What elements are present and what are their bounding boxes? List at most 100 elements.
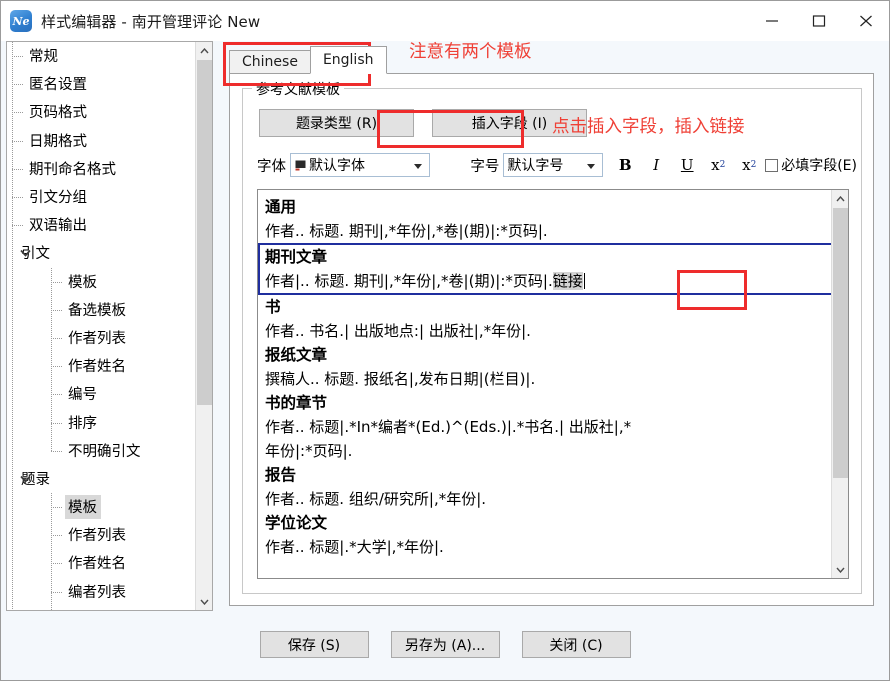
sidebar-item-label: 作者姓名 [68,359,126,376]
sidebar-item-9[interactable]: 备选模板 [7,296,197,324]
sidebar-item-label: 日期格式 [29,133,87,150]
chevron-down-icon[interactable] [414,157,423,173]
sidebar-item-label: 作者姓名 [68,556,126,573]
scroll-down-icon[interactable] [196,593,212,610]
app-icon: Ne [10,10,32,32]
subscript-button[interactable]: x2 [708,154,728,176]
sidebar-item-14[interactable]: 不明确引文 [7,437,197,465]
tab-english[interactable]: English [309,46,387,74]
template-entry-3[interactable]: 报纸文章 撰稿人.. 标题. 报纸名|,发布日期|(栏目)|. [258,343,833,391]
chevron-down-icon[interactable] [19,473,31,485]
checkbox-box-icon[interactable] [765,158,779,172]
language-tabs[interactable]: Chinese English [229,46,387,74]
window-title: 样式编辑器 - 南开管理评论 New [41,12,261,31]
required-field-checkbox[interactable]: 必填字段(E) [765,155,857,175]
sidebar-item-1[interactable]: 匿名设置 [7,70,197,98]
minimize-icon[interactable] [748,1,795,41]
sidebar-item-0[interactable]: 常规 [7,42,197,70]
sidebar-item-15[interactable]: 题录 [7,465,197,493]
bold-button[interactable]: B [615,154,635,176]
template-entry-5[interactable]: 报告 作者.. 标题. 组织/研究所|,*年份|. [258,463,833,511]
annotation-text-insert-field: 点击插入字段，插入链接 [552,117,745,137]
template-entry-6[interactable]: 学位论文作者.. 标题|.*大学|,*年份|. [258,511,833,559]
sidebar-item-12[interactable]: 编号 [7,380,197,408]
settings-tree[interactable]: 常规 匿名设置 页码格式 日期格式 期刊命名格式 引文分组 双语输出 引文 模板 备选模板 作者列表… [7,42,197,610]
sidebar-item-3[interactable]: 日期格式 [7,127,197,155]
sidebar-scrollbar[interactable] [195,42,212,610]
sidebar-item-7[interactable]: 引文 [7,239,197,267]
sidebar-item-label: 页码格式 [29,105,87,122]
sidebar-item-2[interactable]: 页码格式 [7,98,197,126]
template-entry-2[interactable]: 书作者.. 书名.| 出版地点:| 出版社|,*年份|. [258,295,833,343]
sidebar-item-13[interactable]: 排序 [7,408,197,436]
sidebar-item-10[interactable]: 作者列表 [7,324,197,352]
template-entry-4[interactable]: 书的章节 作者.. 标题|.*In*编者*(Ed.)^(Eds.)|.*书名.| … [258,391,833,463]
template-entry-type: 学位论文 [265,514,328,532]
template-entry-1[interactable]: 期刊文章作者|.. 标题. 期刊|,*年份|,*卷|(期)|:*页码|.链接 [258,243,833,295]
sidebar-item-16[interactable]: 模板 [7,493,197,521]
maximize-icon[interactable] [795,1,842,41]
tab-label: English [322,52,374,68]
text-format-buttons: B I U x2 x2 [615,154,759,176]
insert-field-label: 插入字段 (I) [471,116,548,132]
reference-type-button[interactable]: 题录类型 (R) [259,109,414,137]
editor-scrollbar[interactable] [831,190,848,578]
sidebar-item-4[interactable]: 期刊命名格式 [7,155,197,183]
template-editor[interactable]: 通用 作者.. 标题. 期刊|,*年份|,*卷|(期)|:*页码|. 期刊文章 作者|… [257,189,849,579]
font-glyph-icon [294,158,307,172]
template-entry-type: 报纸文章 [265,346,328,364]
font-select[interactable]: 默认字体 [290,153,431,177]
close-icon[interactable] [842,1,889,41]
sidebar-item-label: 编号 [68,387,97,404]
scroll-down-icon[interactable] [832,561,848,578]
sidebar-item-19[interactable]: 编者列表 [7,578,197,606]
editor-scroll-thumb[interactable] [833,208,848,478]
sidebar-item-5[interactable]: 引文分组 [7,183,197,211]
save-as-label: 另存为 (A)... [404,637,486,654]
settings-tree-panel[interactable]: 常规 匿名设置 页码格式 日期格式 期刊命名格式 引文分组 双语输出 引文 模板 备选模板 作者列表… [6,41,213,611]
fontsize-value: 默认字号 [507,158,564,174]
sidebar-item-label: 排序 [68,415,97,432]
template-entry-type: 报告 [265,466,297,484]
scroll-up-icon[interactable] [832,190,848,207]
sidebar-item-label: 常规 [29,49,58,66]
template-toolbar-row1: 题录类型 (R) 插入字段 (I) [259,109,587,137]
sidebar-item-11[interactable]: 作者姓名 [7,352,197,380]
tree-guide-line [51,267,52,451]
dialog-buttons: 保存 (S) 另存为 (A)... 关闭 (C) [1,609,889,680]
superscript-button[interactable]: x2 [739,154,759,176]
inserted-link-field[interactable]: 链接 [552,272,583,290]
sidebar-item-17[interactable]: 作者列表 [7,521,197,549]
fontsize-select[interactable]: 默认字号 [503,153,604,177]
template-entry-type: 期刊文章 [265,248,328,266]
sidebar-scroll-thumb[interactable] [197,60,212,405]
close-button[interactable]: 关闭 (C) [521,631,631,658]
save-button[interactable]: 保存 (S) [259,631,369,658]
italic-button[interactable]: I [646,154,666,176]
chevron-down-icon[interactable] [587,157,596,173]
save-as-button[interactable]: 另存为 (A)... [390,631,500,658]
sidebar-item-label: 期刊命名格式 [29,161,116,178]
tab-label: Chinese [242,54,298,70]
reference-type-label: 题录类型 (R) [295,116,378,132]
template-entry-fields: 作者|.. 标题. 期刊|,*年份|,*卷|(期)|:*页码|.链接 [265,272,585,290]
style-editor-window: Ne 样式编辑器 - 南开管理评论 New 常规匿名设置页码格式日期格式期刊命名… [0,0,890,681]
template-entry-0[interactable]: 通用 作者.. 标题. 期刊|,*年份|,*卷|(期)|:*页码|. [258,195,833,243]
template-entries[interactable]: 通用 作者.. 标题. 期刊|,*年份|,*卷|(期)|:*页码|. 期刊文章 作者|… [258,190,833,559]
fontsize-label: 字号 [470,158,500,175]
sidebar-item-8[interactable]: 模板 [7,268,197,296]
font-value: 默认字体 [309,158,365,174]
sidebar-item-6[interactable]: 双语输出 [7,211,197,239]
required-field-label: 必填字段(E) [781,158,857,174]
scroll-up-icon[interactable] [196,42,212,59]
underline-button[interactable]: U [677,154,697,176]
tab-panel: 参考文献模板 题录类型 (R) 插入字段 (I) 字体 默认字体 字号 默认字号… [229,73,874,606]
font-label: 字体 [257,158,286,175]
tab-chinese[interactable]: Chinese [229,50,311,74]
sidebar-item-18[interactable]: 作者姓名 [7,549,197,577]
template-entry-fields: 作者.. 标题|.*大学|,*年份|. [265,538,444,556]
chevron-down-icon[interactable] [19,247,31,259]
title-bar: Ne 样式编辑器 - 南开管理评论 New [1,1,889,41]
format-toolbar: 字体 默认字体 字号 默认字号 B I U x 2 x 2 必填字段(E) [257,152,857,178]
sidebar-item-label: 引文分组 [29,190,87,207]
